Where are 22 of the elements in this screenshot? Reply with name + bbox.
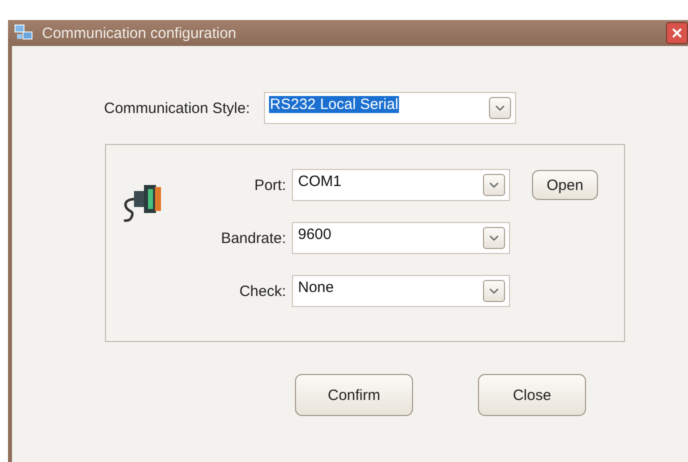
window-title: Communication configuration <box>42 24 238 42</box>
dropdown-field[interactable]: COM1 <box>292 169 510 201</box>
close-button[interactable]: Close <box>478 374 586 416</box>
confirm-button[interactable]: Confirm <box>295 374 413 416</box>
chevron-down-icon <box>489 288 499 294</box>
open-button[interactable]: Open <box>532 170 598 200</box>
dropdown-button[interactable] <box>483 280 505 302</box>
chevron-down-icon <box>489 234 499 242</box>
field-label: Communication Style: <box>104 100 250 116</box>
chevron-down-icon <box>494 104 505 112</box>
network-computers-icon <box>14 24 34 42</box>
dropdown-button[interactable] <box>483 227 505 249</box>
dropdown-button[interactable] <box>488 97 511 119</box>
dropdown-button[interactable] <box>483 174 505 196</box>
field-label: Port: <box>253 176 286 194</box>
field-label: Bandrate: <box>220 230 286 246</box>
field-label: Check: <box>238 282 286 300</box>
close-icon[interactable] <box>666 22 688 44</box>
chevron-down-icon <box>489 182 499 188</box>
dropdown-field[interactable]: 9600 <box>292 222 510 254</box>
dropdown-field[interactable]: RS232 Local Serial <box>264 92 516 124</box>
dropdown-field[interactable]: None <box>292 275 510 307</box>
